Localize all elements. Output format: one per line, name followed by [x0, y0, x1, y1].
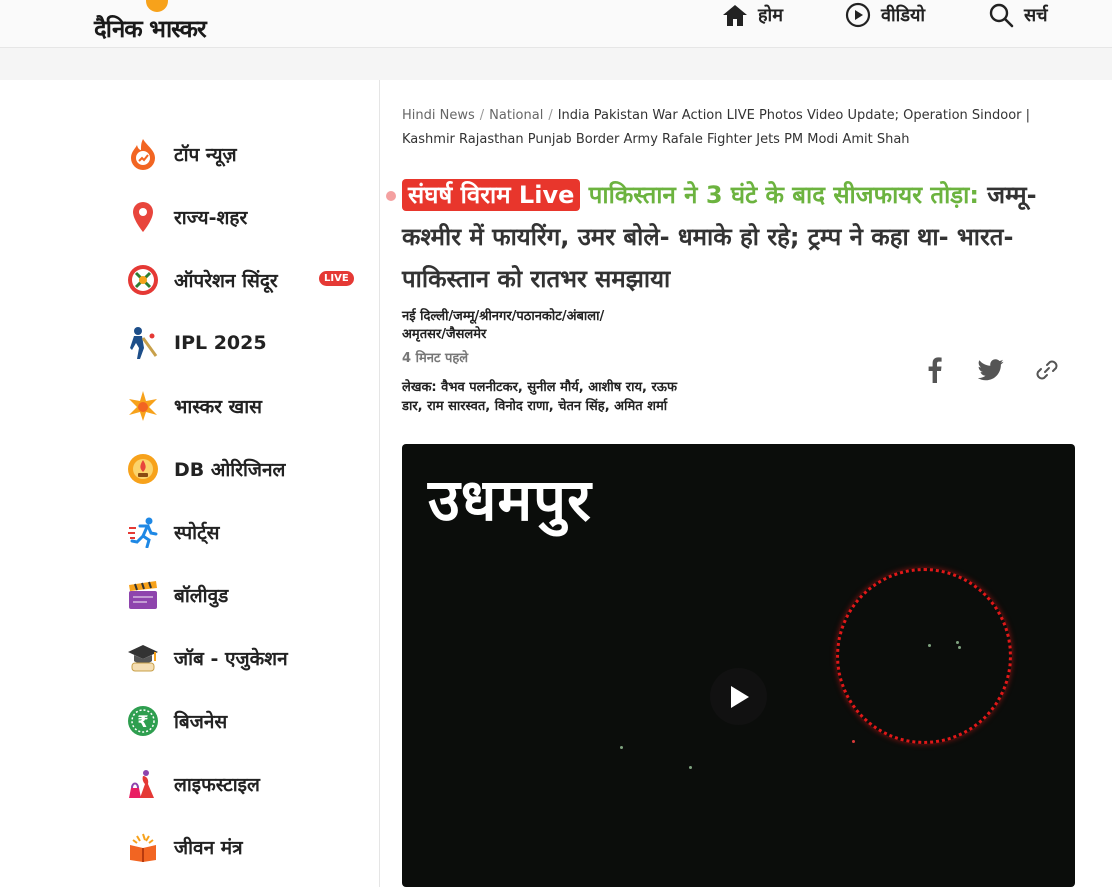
share-link-button[interactable] — [1032, 355, 1062, 385]
sidebar-divider — [379, 80, 380, 887]
location-pin-icon — [126, 200, 160, 234]
sidebar-item-label: भास्कर खास — [174, 395, 262, 418]
play-icon — [730, 685, 749, 708]
breadcrumb-separator: / — [548, 108, 553, 123]
runner-icon — [126, 515, 160, 549]
sidebar-item-label: टॉप न्यूज़ — [174, 143, 237, 166]
facebook-icon — [928, 357, 942, 383]
live-badge: LIVE — [319, 271, 354, 286]
article-video-player[interactable]: उधमपुर — [402, 444, 1075, 887]
video-light-speck — [852, 740, 855, 743]
sidebar-item-state-city[interactable]: राज्य-शहर — [126, 185, 366, 248]
sidebar-item-label: बॉलीवुड — [174, 584, 229, 607]
sidebar-item-operation-sindoor[interactable]: ऑपरेशन सिंदूर LIVE — [126, 248, 366, 311]
logo-text: दैनिक भास्कर — [94, 15, 207, 43]
rupee-coin-icon: ₹ — [126, 704, 160, 738]
graduation-cap-icon — [126, 641, 160, 675]
sidebar-item-label: IPL 2025 — [174, 331, 267, 354]
sub-header-bar — [0, 49, 1112, 80]
live-indicator-dot — [386, 191, 396, 201]
db-original-icon — [126, 452, 160, 486]
sidebar-item-db-original[interactable]: DB ओरिजिनल — [126, 437, 366, 500]
lifestyle-icon — [126, 767, 160, 801]
video-light-speck — [956, 641, 959, 644]
cricket-batsman-icon — [126, 326, 160, 360]
sidebar-item-label: DB ओरिजिनल — [174, 458, 286, 481]
logo-sun-icon — [146, 0, 168, 12]
nav-video-label: वीडियो — [881, 5, 926, 26]
sidebar-item-job-education[interactable]: जॉब - एजुकेशन — [126, 626, 366, 689]
sidebar-item-bollywood[interactable]: बॉलीवुड — [126, 563, 366, 626]
sidebar-item-label: राज्य-शहर — [174, 206, 248, 229]
svg-text:₹: ₹ — [137, 712, 148, 731]
breadcrumb-link-hindi-news[interactable]: Hindi News — [402, 108, 475, 123]
breadcrumb-separator: / — [479, 108, 485, 123]
link-icon — [1036, 360, 1058, 380]
sidebar-item-label: स्पोर्ट्स — [174, 521, 220, 544]
sidebar-item-label: जीवन मंत्र — [174, 836, 243, 859]
video-highlight-circle — [836, 568, 1012, 744]
site-header: दैनिक भास्कर होम वीडियो सर्च — [0, 0, 1112, 48]
sidebar-item-label: बिजनेस — [174, 710, 228, 733]
fire-trending-icon — [126, 137, 160, 171]
article-headline: संघर्ष विराम Live पाकिस्तान ने 3 घंटे के… — [402, 174, 1067, 300]
book-diya-icon — [126, 830, 160, 864]
play-circle-icon — [845, 2, 871, 28]
nav-search-label: सर्च — [1024, 5, 1048, 26]
share-twitter-button[interactable] — [976, 355, 1006, 385]
nav-video[interactable]: वीडियो — [845, 0, 925, 30]
breadcrumb: Hindi News / National / India Pakistan War A… — [402, 104, 1062, 152]
star-burst-icon — [126, 389, 160, 423]
video-overlay-title: उधमपुर — [428, 466, 592, 534]
clapperboard-icon — [126, 578, 160, 612]
share-facebook-button[interactable] — [920, 355, 950, 385]
sidebar-item-label: जॉब - एजुकेशन — [174, 647, 288, 670]
operation-sindoor-icon — [126, 263, 160, 297]
sidebar-item-sports[interactable]: स्पोर्ट्स — [126, 500, 366, 563]
nav-home-label: होम — [758, 5, 783, 26]
sidebar-nav: टॉप न्यूज़ राज्य-शहर ऑपरेशन सिंदूर LIVE … — [126, 122, 366, 878]
sidebar-item-ipl[interactable]: IPL 2025 — [126, 311, 366, 374]
sidebar-item-bhaskar-khas[interactable]: भास्कर खास — [126, 374, 366, 437]
article-authors: लेखक: वैभव पलनीटकर, सुनील मौर्य, आशीष रा… — [402, 380, 677, 414]
article-timestamp: 4 मिनट पहले — [402, 351, 469, 366]
headline-highlight: पाकिस्तान ने 3 घंटे के बाद सीजफायर तोड़ा… — [588, 181, 979, 209]
sidebar-item-top-news[interactable]: टॉप न्यूज़ — [126, 122, 366, 185]
sidebar-item-business[interactable]: ₹ बिजनेस — [126, 689, 366, 752]
sidebar-item-label: लाइफस्टाइल — [174, 773, 260, 796]
video-light-speck — [958, 646, 961, 649]
twitter-icon — [978, 359, 1004, 381]
article-dateline: नई दिल्ली/जम्मू/श्रीनगर/पठानकोट/अंबाला/अ… — [402, 309, 605, 342]
video-play-button[interactable] — [710, 668, 767, 725]
breadcrumb-link-national[interactable]: National — [489, 108, 543, 123]
video-light-speck — [928, 644, 931, 647]
sidebar-item-jeevan-mantra[interactable]: जीवन मंत्र — [126, 815, 366, 878]
video-light-speck — [689, 766, 692, 769]
live-tag[interactable]: संघर्ष विराम Live — [402, 179, 581, 211]
home-icon — [723, 5, 747, 26]
nav-home[interactable]: होम — [722, 0, 783, 30]
nav-search[interactable]: सर्च — [988, 0, 1048, 30]
search-icon — [989, 3, 1014, 28]
sidebar-item-lifestyle[interactable]: लाइफस्टाइल — [126, 752, 366, 815]
sidebar-item-label: ऑपरेशन सिंदूर — [174, 269, 278, 292]
video-light-speck — [620, 746, 623, 749]
